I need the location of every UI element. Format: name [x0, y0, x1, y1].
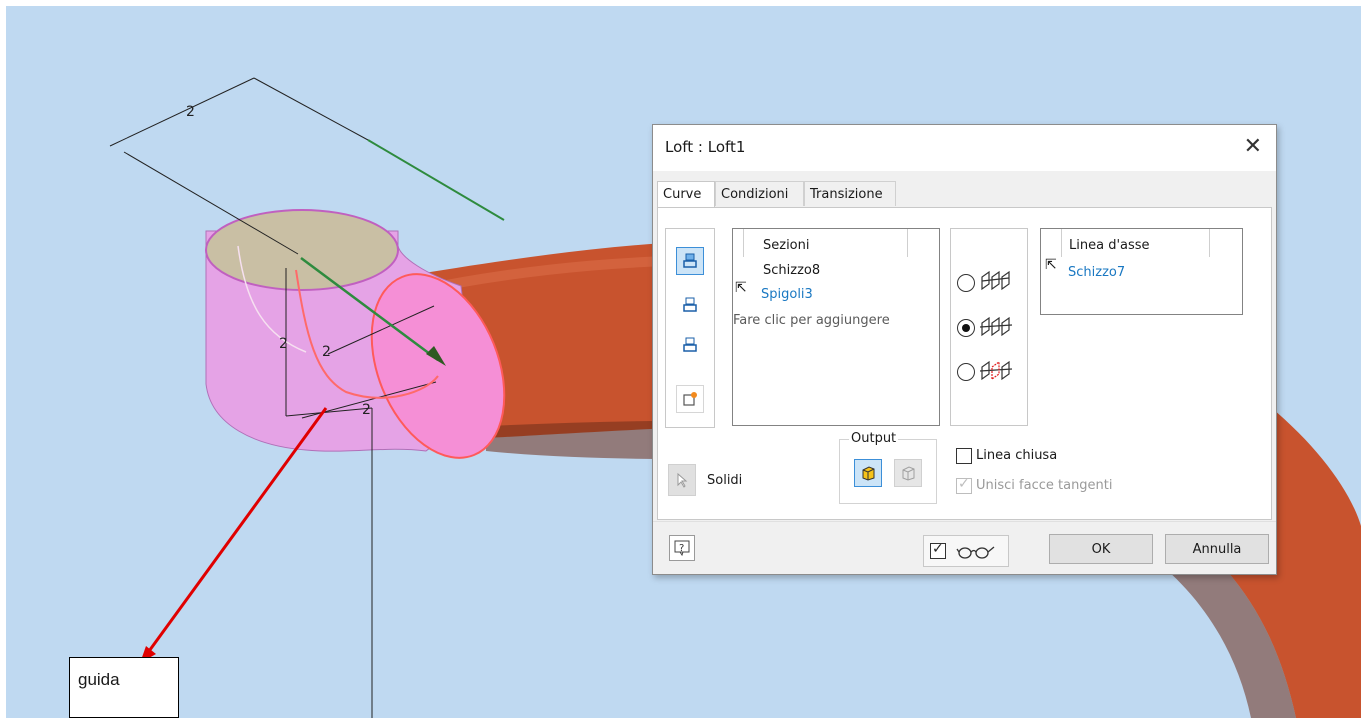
surface-output-icon[interactable]: [894, 459, 922, 487]
help-icon[interactable]: ?: [669, 535, 695, 561]
cancel-button[interactable]: Annulla: [1165, 534, 1269, 564]
point-select-icon[interactable]: [676, 385, 704, 413]
preview-checkbox[interactable]: ✓: [930, 541, 946, 559]
dim-label: 2: [322, 344, 331, 360]
tab-condizioni[interactable]: Condizioni: [715, 181, 804, 206]
sections-list[interactable]: Sezioni Schizzo8 ⇱ Spigoli3 Fare clic pe…: [732, 228, 940, 426]
centerline-loft-icon: [979, 316, 1013, 337]
cursor-icon: ⇱: [1045, 257, 1057, 273]
radio-centerline[interactable]: [957, 319, 975, 337]
dialog-titlebar[interactable]: Loft : Loft1 ✕: [653, 125, 1276, 171]
dim-label: 2: [279, 336, 288, 352]
preview-toggle[interactable]: ✓: [923, 535, 1009, 567]
centerline-header: Linea d'asse: [1069, 238, 1150, 253]
close-icon[interactable]: ✕: [1244, 134, 1262, 159]
dim-label: 2: [186, 104, 195, 120]
top-section[interactable]: [205, 209, 399, 291]
dialog-title: Loft : Loft1: [665, 138, 746, 156]
glasses-icon: [956, 546, 995, 559]
solids-select-icon[interactable]: [668, 464, 696, 496]
selection-toolbar: [665, 228, 715, 428]
output-group: Output: [839, 431, 937, 504]
closed-loop-label: Linea chiusa: [976, 448, 1058, 463]
radio-sections-rails[interactable]: [957, 274, 975, 292]
curve-panel: Sezioni Schizzo8 ⇱ Spigoli3 Fare clic pe…: [657, 207, 1272, 520]
callout-box: guida: [69, 657, 179, 718]
loft-dialog: Loft : Loft1 ✕ Curve Condizioni Transizi…: [652, 124, 1277, 575]
ok-button[interactable]: OK: [1049, 534, 1153, 564]
merge-tangent-checkbox[interactable]: ✓: [956, 476, 972, 494]
closed-loop-checkbox[interactable]: [956, 448, 972, 464]
callout-label: guida: [78, 670, 120, 689]
radio-area-loft[interactable]: [957, 363, 975, 381]
centerline-list[interactable]: Linea d'asse ⇱ Schizzo7: [1040, 228, 1243, 315]
cursor-icon: ⇱: [735, 280, 747, 296]
tab-transizione[interactable]: Transizione: [804, 181, 896, 206]
sections-header: Sezioni: [763, 238, 810, 253]
solids-label: Solidi: [707, 473, 743, 488]
callout-arrow: [142, 407, 328, 659]
list-item[interactable]: Schizzo7: [1068, 265, 1125, 280]
centerline-select-icon[interactable]: [676, 331, 704, 359]
area-loft-icon: [979, 360, 1013, 381]
list-item[interactable]: Spigoli3: [761, 287, 813, 302]
list-item[interactable]: Schizzo8: [763, 263, 820, 278]
add-section-hint[interactable]: Fare clic per aggiungere: [733, 313, 890, 328]
dim-label: 2: [362, 402, 371, 418]
solid-output-icon[interactable]: [854, 459, 882, 487]
rails-select-icon[interactable]: [676, 291, 704, 319]
output-legend: Output: [849, 431, 899, 446]
loft-type-group: [950, 228, 1028, 426]
sections-select-icon[interactable]: [676, 247, 704, 275]
tab-curve[interactable]: Curve: [657, 181, 715, 208]
merge-tangent-label: Unisci facce tangenti: [976, 478, 1113, 493]
rails-loft-icon: [981, 270, 1010, 291]
